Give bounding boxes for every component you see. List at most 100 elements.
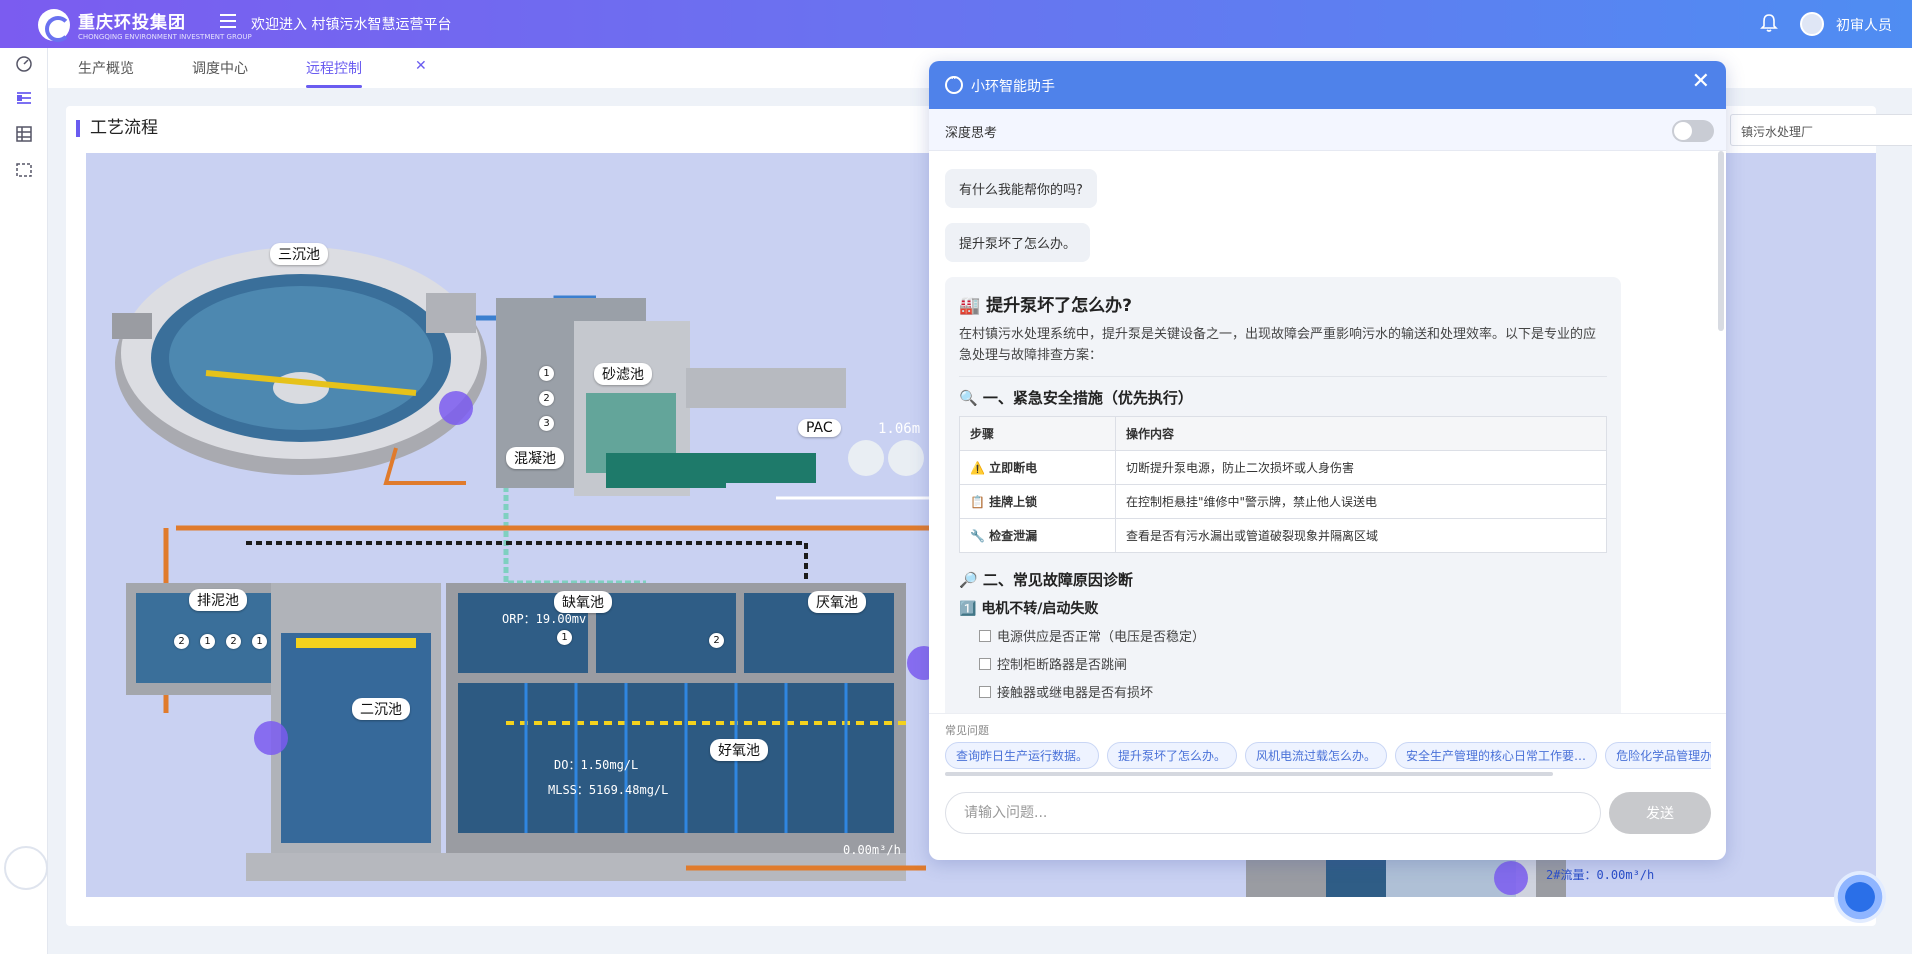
user-message: 提升泵坏了怎么办。 bbox=[945, 223, 1091, 262]
assistant-answer: 🏭 提升泵坏了怎么办? 在村镇污水处理系统中，提升泵是关键设备之一，出现故障会严… bbox=[945, 277, 1621, 713]
label-aerobic: 好氧池 bbox=[710, 739, 768, 761]
faq-chip[interactable]: 危险化学品管理办法 bbox=[1605, 742, 1711, 769]
check-item[interactable]: 控制柜断路器是否跳闸 bbox=[979, 654, 1607, 673]
table-row: ⚠️ 立即断电 切断提升泵电源，防止二次损坏或人身伤害 bbox=[959, 450, 1607, 485]
steps-table: 步骤 操作内容 ⚠️ 立即断电 切断提升泵电源，防止二次损坏或人身伤害 📋 挂牌… bbox=[959, 416, 1607, 553]
list-icon[interactable] bbox=[14, 88, 34, 108]
user-name[interactable]: 初审人员 bbox=[1836, 15, 1892, 35]
send-button[interactable]: 发送 bbox=[1609, 792, 1711, 834]
number-one-icon: 1️⃣ bbox=[959, 601, 982, 617]
tab-close-icon[interactable]: ✕ bbox=[415, 58, 427, 74]
faq-chips: 查询昨日生产运行数据。 提升泵坏了怎么办。 风机电流过载怎么办。 安全生产管理的… bbox=[945, 742, 1711, 769]
faq-chip[interactable]: 风机电流过载怎么办。 bbox=[1245, 742, 1388, 769]
answer-heading: 🏭 提升泵坏了怎么办? bbox=[959, 296, 1132, 316]
page-title: 工艺流程 bbox=[76, 120, 158, 137]
faq-section: 常见问题 查询昨日生产运行数据。 提升泵坏了怎么办。 风机电流过载怎么办。 安全… bbox=[929, 713, 1726, 777]
step-cell: 🔧 检查泄漏 bbox=[959, 518, 1116, 553]
label-coagulation: 混凝池 bbox=[506, 447, 564, 469]
assistant-launcher-icon[interactable] bbox=[1834, 871, 1886, 923]
close-icon[interactable]: ✕ bbox=[1692, 71, 1710, 93]
sludge-number: 1 bbox=[252, 634, 267, 649]
step-cell: ⚠️ 立即断电 bbox=[959, 450, 1116, 485]
frame-icon[interactable] bbox=[14, 160, 34, 180]
deep-think-label: 深度思考 bbox=[945, 126, 998, 141]
table-header: 操作内容 bbox=[1115, 416, 1607, 451]
table-row: 🔧 检查泄漏 查看是否有污水漏出或管道破裂现象并隔离区域 bbox=[959, 518, 1607, 553]
logo-subtitle: CHONGQING ENVIRONMENT INVESTMENT GROUP bbox=[78, 33, 252, 41]
step-cell: 📋 挂牌上锁 bbox=[959, 484, 1116, 519]
deep-think-toggle[interactable] bbox=[1672, 120, 1714, 142]
section-heading: 🔍 一、紧急安全措施（优先执行） bbox=[959, 389, 1193, 407]
table-row: 📋 挂牌上锁 在控制柜悬挂"维修中"警示牌，禁止他人误送电 bbox=[959, 484, 1607, 519]
sludge-number: 1 bbox=[200, 634, 215, 649]
plant-select-value: 镇污水处理厂 bbox=[1741, 125, 1814, 139]
logo-text: 重庆环投集团 bbox=[78, 13, 186, 33]
sludge-number: 2 bbox=[226, 634, 241, 649]
faq-scrollbar[interactable] bbox=[945, 772, 1553, 776]
deep-think-row: 深度思考 bbox=[929, 109, 1726, 151]
mlss-readout: MLSS：5169.48mg/L bbox=[548, 783, 669, 797]
assistant-greeting: 有什么我能帮你的吗? bbox=[945, 169, 1097, 208]
flow2-readout: 2#流量：0.00m³/h bbox=[1546, 868, 1655, 882]
content-cell: 查看是否有污水漏出或管道破裂现象并隔离区域 bbox=[1115, 518, 1607, 553]
checkbox[interactable] bbox=[979, 629, 991, 642]
chat-bubble-icon bbox=[945, 72, 963, 94]
input-row: 发送 bbox=[929, 777, 1726, 860]
pump-number: 2 bbox=[539, 391, 554, 406]
plant-select[interactable]: 镇污水处理厂 ﹀ bbox=[1730, 114, 1912, 146]
tab-remote-control[interactable]: 远程控制 bbox=[306, 58, 362, 88]
top-bar: 重庆环投集团 CHONGQING ENVIRONMENT INVESTMENT … bbox=[0, 0, 1912, 48]
label-anaerobic: 厌氧池 bbox=[808, 591, 866, 613]
do-readout: DO：1.50mg/L bbox=[554, 758, 639, 772]
side-rail bbox=[0, 48, 48, 954]
bell-icon[interactable] bbox=[1760, 13, 1778, 33]
assistant-title: 小环智能助手 bbox=[971, 79, 1055, 95]
faq-chip[interactable]: 提升泵坏了怎么办。 bbox=[1107, 742, 1238, 769]
welcome-text: 欢迎进入 村镇污水智慧运营平台 bbox=[251, 17, 452, 33]
magnifier-icon: 🔎 bbox=[959, 571, 983, 589]
message-list[interactable]: 有什么我能帮你的吗? 提升泵坏了怎么办。 🏭 提升泵坏了怎么办? 在村镇污水处理… bbox=[929, 151, 1726, 713]
faq-chip[interactable]: 安全生产管理的核心日常工作要… bbox=[1395, 742, 1598, 769]
flow1-readout: 0.00m³/h bbox=[843, 843, 901, 857]
dashboard-icon[interactable] bbox=[14, 54, 34, 74]
label-sand-filter: 砂滤池 bbox=[594, 363, 652, 385]
faq-chip[interactable]: 查询昨日生产运行数据。 bbox=[945, 742, 1100, 769]
question-input[interactable] bbox=[945, 792, 1601, 834]
pump-number: 1 bbox=[539, 366, 554, 381]
grid-icon[interactable] bbox=[14, 124, 34, 144]
factory-icon: 🏭 bbox=[959, 296, 987, 316]
assistant-header: 小环智能助手 ✕ bbox=[929, 61, 1726, 109]
table-header: 步骤 bbox=[959, 416, 1116, 451]
tab-production-overview[interactable]: 生产概览 bbox=[78, 58, 134, 78]
tab-dispatch-center[interactable]: 调度中心 bbox=[192, 58, 248, 78]
label-sedimentation3: 三沉池 bbox=[270, 243, 328, 265]
tank-number: 2 bbox=[709, 633, 724, 648]
search-icon: 🔍 bbox=[959, 389, 983, 407]
sludge-number: 2 bbox=[174, 634, 189, 649]
label-sludge: 排泥池 bbox=[189, 589, 247, 611]
check-item[interactable]: 电源供应是否正常（电压是否稳定） bbox=[979, 626, 1607, 645]
subsection-heading: 1️⃣ 电机不转/启动失败 bbox=[959, 601, 1099, 617]
orp-readout: ORP：19.00mv bbox=[502, 612, 587, 626]
checkbox[interactable] bbox=[979, 685, 991, 698]
answer-intro: 在村镇污水处理系统中，提升泵是关键设备之一，出现故障会严重影响污水的输送和处理效… bbox=[959, 324, 1607, 377]
avatar[interactable] bbox=[1800, 12, 1824, 36]
pump-number: 3 bbox=[539, 416, 554, 431]
wrench-icon: 🔧 bbox=[970, 529, 985, 543]
pac-readout: 1.06m bbox=[878, 421, 921, 437]
section-heading: 🔎 二、常见故障原因诊断 bbox=[959, 571, 1133, 589]
label-pac: PAC bbox=[798, 419, 841, 437]
content-cell: 切断提升泵电源，防止二次损坏或人身伤害 bbox=[1115, 450, 1607, 485]
tank-number: 1 bbox=[557, 630, 572, 645]
floating-helper-ghost bbox=[4, 846, 48, 890]
assistant-panel: 小环智能助手 ✕ 深度思考 有什么我能帮你的吗? 提升泵坏了怎么办。 🏭 提升泵… bbox=[929, 61, 1726, 860]
check-item[interactable]: 接触器或继电器是否有损坏 bbox=[979, 682, 1607, 701]
checkbox[interactable] bbox=[979, 657, 991, 670]
menu-toggle-icon[interactable] bbox=[220, 14, 236, 28]
warning-icon: ⚠️ bbox=[970, 461, 985, 475]
content-cell: 在控制柜悬挂"维修中"警示牌，禁止他人误送电 bbox=[1115, 484, 1607, 519]
label-secondary: 二沉池 bbox=[352, 698, 410, 720]
clipboard-icon: 📋 bbox=[970, 495, 985, 509]
message-scrollbar[interactable] bbox=[1718, 151, 1724, 331]
faq-label: 常见问题 bbox=[945, 724, 989, 737]
